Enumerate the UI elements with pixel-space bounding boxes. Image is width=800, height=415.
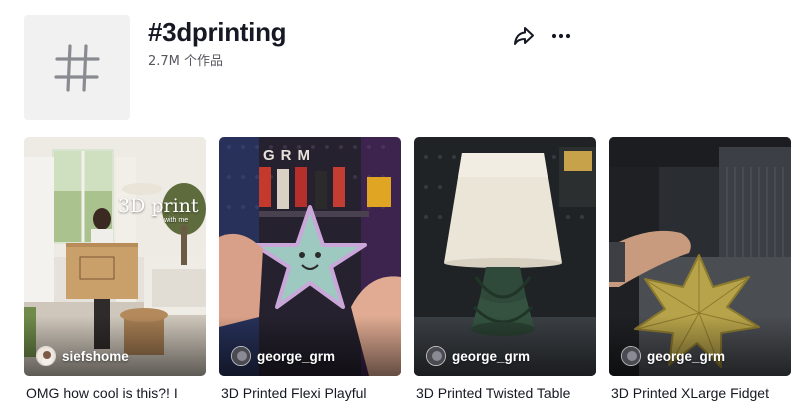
video-thumbnail[interactable]: GRM george_grm [219,137,401,376]
video-card[interactable]: 3D print with me siefshome OMG how cool … [24,137,206,415]
overlay-title: 3D print [118,195,199,217]
more-button[interactable] [549,24,573,48]
page-title: #3dprinting [148,17,287,47]
video-caption[interactable]: 3D Printed XLarge Fidget [611,383,791,403]
header-actions [512,24,582,48]
more-icon [551,33,571,39]
share-button[interactable] [512,24,536,48]
video-card[interactable]: GRM george_grm 3D Printed Flexi Playful [219,137,401,415]
author-name: george_grm [647,348,726,364]
hashtag-avatar [24,15,130,120]
video-thumbnail[interactable]: 3D print with me siefshome [24,137,206,376]
author-name: siefshome [62,348,129,364]
author-chip[interactable]: george_grm [231,346,335,366]
video-card[interactable]: george_grm 3D Printed XLarge Fidget [609,137,791,415]
avatar [621,346,641,366]
author-name: george_grm [257,348,336,364]
share-icon [514,27,534,45]
video-count: 2.7M 个作品 [148,53,223,71]
hashtag-icon [54,43,100,92]
author-chip[interactable]: george_grm [621,346,725,366]
overlay-subtitle: with me [164,217,189,224]
avatar [36,346,56,366]
video-count-value: 2.7M [148,54,180,69]
overlay-title: GRM [263,147,316,164]
avatar [426,346,446,366]
video-thumbnail[interactable]: george_grm [414,137,596,376]
video-grid: 3D print with me siefshome OMG how cool … [24,137,791,415]
video-card[interactable]: george_grm 3D Printed Twisted Table [414,137,596,415]
avatar [231,346,251,366]
video-count-suffix: 个作品 [184,54,224,69]
video-caption[interactable]: 3D Printed Flexi Playful [221,383,401,403]
video-caption[interactable]: 3D Printed Twisted Table [416,383,596,403]
author-chip[interactable]: george_grm [426,346,530,366]
hashtag-header: #3dprinting 2.7M 个作品 [24,15,584,120]
video-caption[interactable]: OMG how cool is this?! I [26,383,206,403]
author-chip[interactable]: siefshome [36,346,129,366]
video-thumbnail[interactable]: george_grm [609,137,791,376]
author-name: george_grm [452,348,531,364]
